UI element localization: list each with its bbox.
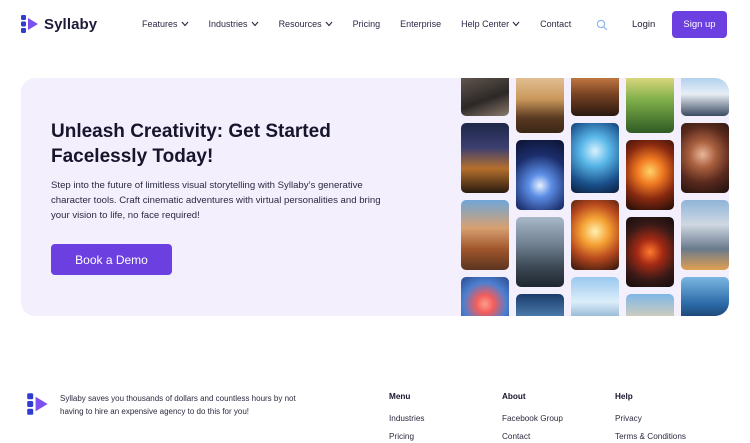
nav-item-enterprise[interactable]: Enterprise [400, 19, 441, 29]
footer-link-privacy[interactable]: Privacy [615, 414, 686, 423]
hero-title: Unleash Creativity: Get Started Faceless… [51, 121, 331, 167]
nav-item-features[interactable]: Features [142, 19, 189, 29]
book-demo-button[interactable]: Book a Demo [51, 244, 172, 275]
gallery-image [516, 78, 564, 133]
footer-tagline: Syllaby saves you thousands of dollars a… [60, 394, 296, 416]
nav-item-label: Resources [278, 19, 322, 29]
gallery-image [516, 294, 564, 316]
brand-name: Syllaby [44, 15, 98, 33]
gallery-image [681, 78, 729, 116]
nav-item-industries[interactable]: Industries [209, 19, 259, 29]
footer-column-heading: About [502, 392, 526, 401]
footer-column-heading: Help [615, 392, 633, 401]
nav-item-label: Features [142, 19, 178, 29]
gallery-image [571, 277, 619, 316]
chevron-down-icon [325, 21, 333, 27]
main-menu: Features Industries Resources Pricing En… [142, 19, 591, 29]
top-navigation: Syllaby Features Industries Resources Pr… [0, 0, 750, 50]
gallery-image [626, 217, 674, 287]
search-icon [596, 19, 608, 31]
gallery-image [571, 123, 619, 193]
search-button[interactable] [596, 18, 608, 36]
nav-item-label: Enterprise [400, 19, 442, 29]
footer-column-menu: Menu Industries Pricing [389, 392, 425, 443]
footer-column-heading: Menu [389, 392, 411, 401]
gallery-image [461, 277, 509, 316]
footer-link-pricing[interactable]: Pricing [389, 432, 425, 441]
hero-description: Step into the future of limitless visual… [51, 180, 381, 221]
nav-item-pricing[interactable]: Pricing [353, 19, 381, 29]
gallery-image [461, 200, 509, 270]
footer-column-about: About Facebook Group Contact [502, 392, 563, 443]
login-link[interactable]: Login [632, 19, 655, 30]
nav-item-resources[interactable]: Resources [279, 19, 333, 29]
nav-item-help-center[interactable]: Help Center [461, 19, 520, 29]
nav-item-contact[interactable]: Contact [540, 19, 571, 29]
signup-button[interactable]: Sign up [672, 11, 727, 38]
chevron-down-icon [251, 21, 258, 27]
brand-logo[interactable]: Syllaby [20, 14, 97, 34]
syllaby-logo-icon [21, 15, 38, 33]
gallery-image [681, 277, 729, 316]
footer-logo[interactable] [26, 392, 50, 421]
gallery-image [516, 217, 564, 287]
syllaby-logo-icon [27, 393, 48, 415]
footer-column-help: Help Privacy Terms & Conditions [615, 392, 686, 443]
gallery-image [516, 140, 564, 210]
gallery-image [571, 78, 619, 116]
hero-section: Unleash Creativity: Get Started Faceless… [21, 78, 729, 316]
chevron-down-icon [512, 21, 520, 27]
gallery-image [626, 294, 674, 316]
gallery-image [681, 200, 729, 270]
character-image-gallery [461, 78, 729, 316]
nav-item-label: Pricing [352, 19, 381, 29]
gallery-image [681, 123, 729, 193]
gallery-image [626, 140, 674, 210]
gallery-image [461, 78, 509, 116]
footer-link-facebook-group[interactable]: Facebook Group [502, 414, 563, 423]
footer-link-contact[interactable]: Contact [502, 432, 563, 441]
nav-item-label: Help Center [461, 19, 510, 29]
gallery-image [571, 200, 619, 270]
nav-item-label: Contact [540, 19, 572, 29]
nav-item-label: Industries [208, 19, 248, 29]
gallery-image [626, 78, 674, 133]
gallery-image [461, 123, 509, 193]
footer-link-terms[interactable]: Terms & Conditions [615, 432, 686, 441]
footer-link-industries[interactable]: Industries [389, 414, 425, 423]
chevron-down-icon [181, 21, 188, 27]
